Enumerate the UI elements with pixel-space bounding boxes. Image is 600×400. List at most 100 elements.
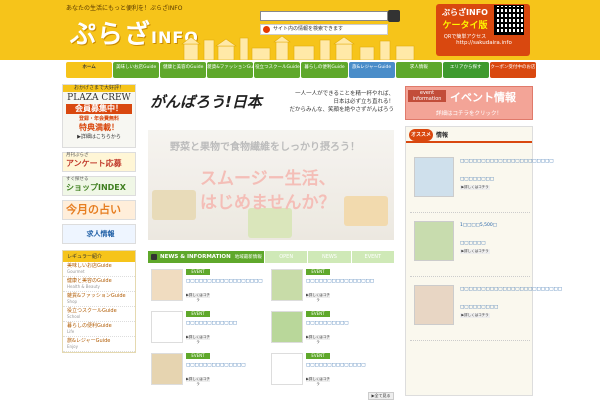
site-header: あなたの生活にもっと便利を！ぷらざINFO ぷらざINFO サイト内の情報を検索… <box>0 0 600 60</box>
news-item[interactable]: EVENT □□□□□□□□□□□□□□ ▶詳しくはコチラ <box>148 351 268 391</box>
news-text: □□□□□□□□□□ <box>306 321 349 326</box>
nav-area-search[interactable]: エリアから探す <box>442 62 489 78</box>
recommend-item[interactable]: □□□□□□□□□□□□□□□□□□□□□□ □□□□□□□□ ▶詳しくはコチラ <box>410 153 554 213</box>
news-item[interactable]: EVENT □□□□□□□□□□ ▶詳しくはコチラ <box>268 309 388 349</box>
plaza-detail-link[interactable]: ▶詳細はこちらから <box>63 133 135 140</box>
news-thumb <box>271 311 303 343</box>
news-more[interactable]: ▶詳しくはコチラ <box>186 335 210 344</box>
nav-health-beauty[interactable]: 健康と美容のGuide <box>160 62 207 78</box>
regular-sub: School <box>67 314 81 319</box>
fruit-image <box>344 196 388 226</box>
fortune-banner[interactable]: 今月の占い <box>62 200 136 220</box>
news-text: □□□□□□□□□□□□□□□□□□ <box>186 279 263 284</box>
regular-head: レギュラー紹介 <box>63 251 135 262</box>
jobs-banner[interactable]: 求人情報 <box>62 224 136 244</box>
news-item[interactable]: EVENT □□□□□□□□□□□□□□ ▶詳しくはコチラ <box>268 351 388 391</box>
news-item[interactable]: EVENT □□□□□□□□□□□□□□□□□□ ▶詳しくはコチラ <box>148 267 268 307</box>
search-note-icon <box>263 26 270 33</box>
fortune-label: 今月の占い <box>66 203 121 216</box>
nav-travel-leisure[interactable]: 旅&レジャーGuide <box>348 62 395 78</box>
news-badge: EVENT <box>186 311 210 317</box>
recommend-badge: オススメ <box>409 129 433 141</box>
news-item[interactable]: EVENT □□□□□□□□□□□□□□□□ ▶詳しくはコチラ <box>268 267 388 307</box>
recommend-more[interactable]: ▶詳しくはコチラ <box>460 313 490 318</box>
nav-gourmet[interactable]: 美味しいお店Guide <box>113 62 160 78</box>
news-thumb <box>271 269 303 301</box>
plaza-crew-banner[interactable]: おかげさまで大好評！ PLAZA CREW 会員募集中！ 登録・年会費無料 特典… <box>62 84 136 148</box>
hero-message-1: 一人一人ができることを精一杯やれば、 <box>295 91 394 97</box>
recommend-item[interactable]: □□□□□□□□□□□□□□□□□□□□□□□□ □□□□□□□□□ ▶詳しくは… <box>410 281 563 341</box>
shop-index-l2: ショップINDEX <box>66 183 126 192</box>
enquete-banner[interactable]: 月刊ぷらざ アンケート応募 <box>62 152 136 172</box>
shop-index-banner[interactable]: すぐ探せる ショップINDEX <box>62 176 136 196</box>
hero-banner-line3: はじめませんか？ <box>200 193 336 213</box>
news-more[interactable]: ▶詳しくはコチラ <box>306 335 330 344</box>
news-title-text: NEWS & INFORMATION <box>160 254 231 260</box>
logo-main: ぷらざ <box>70 20 152 50</box>
news-more[interactable]: ▶詳しくはコチラ <box>186 377 210 386</box>
recommend-label: 情報 <box>436 132 449 139</box>
mobile-url[interactable]: http://sakudaira.info <box>434 40 534 46</box>
regular-item[interactable]: 美味しいお店Guide Gourmet <box>63 262 135 277</box>
jobs-label: 求人情報 <box>86 230 115 238</box>
nav-life[interactable]: 暮らしの便利Guide <box>301 62 348 78</box>
hero-message-2: 日本は必ず立ち直れる！ <box>333 99 394 105</box>
news-tabs: NEWS & INFORMATION 地域最新情報 OPEN NEWS EVENT <box>148 251 394 263</box>
plaza-tokuten: 特典満載！ <box>79 123 119 132</box>
news-text: □□□□□□□□□□□□ <box>186 321 238 326</box>
recommend-title: □□□□□□□□□□□□□□□□□□□□□□□□ <box>460 287 563 292</box>
nav-home[interactable]: ホーム <box>66 62 113 78</box>
event-info-banner[interactable]: event information イベント情報 詳細はコチラをクリック！ <box>405 86 533 120</box>
nav-coupon[interactable]: クーポン受付中のお店 <box>489 62 536 78</box>
mobile-line1: ぷらざINFO <box>442 8 488 17</box>
recommend-header: オススメ 情報 <box>406 127 532 143</box>
hero-message-3: だからみんな、笑顔を絶やさずがんばろう <box>289 107 394 113</box>
recommend-item[interactable]: 1□□□□5,500□ □□□□□□ ▶詳しくはコチラ <box>410 217 530 277</box>
search-input[interactable] <box>260 11 388 21</box>
regular-item[interactable]: 健康と美容のGuide Health & Beauty <box>63 277 135 292</box>
news-item[interactable]: EVENT □□□□□□□□□□□□ ▶詳しくはコチラ <box>148 309 268 349</box>
news-more[interactable]: ▶詳しくはコチラ <box>306 293 330 302</box>
nav-jobs[interactable]: 求人情報 <box>395 62 442 78</box>
mobile-line3: QRで簡単アクセス <box>443 34 487 40</box>
news-all-button[interactable]: ▶全て見る <box>368 392 394 400</box>
news-thumb <box>271 353 303 385</box>
plaza-recruit: 会員募集中！ <box>66 104 132 114</box>
event-badge: event information <box>408 90 446 102</box>
regular-sub: Shop <box>67 299 78 304</box>
news-title: NEWS & INFORMATION 地域最新情報 <box>148 251 264 263</box>
nav-shop-fashion[interactable]: 雑貨&ファッションGuide <box>207 62 254 78</box>
regular-item[interactable]: 旅&レジャーGuide Enjoy <box>63 337 135 352</box>
recommend-section: オススメ 情報 □□□□□□□□□□□□□□□□□□□□□□ □□□□□□□□ … <box>405 126 563 396</box>
tab-news[interactable]: NEWS <box>308 251 351 263</box>
regular-item[interactable]: 暮らしの便利Guide Life <box>63 322 135 337</box>
enquete-l2: アンケート応募 <box>66 159 122 168</box>
event-note: 詳細はコチラをクリック！ <box>435 111 502 117</box>
tab-event[interactable]: EVENT <box>351 251 394 263</box>
smoothie-image <box>152 190 196 220</box>
global-nav: ホーム 美味しいお店Guide 健康と美容のGuide 雑貨&ファッションGui… <box>66 62 536 78</box>
smoothie-hero-banner[interactable]: 野菜と果物で食物繊維をしっかり摂ろう！ スムージー生活、 はじめませんか？ <box>148 130 394 240</box>
site-tagline: あなたの生活にもっと便利を！ぷらざINFO <box>66 5 183 12</box>
regular-sub: Gourmet <box>67 269 85 274</box>
regular-item[interactable]: 雑貨&ファッションGuide Shop <box>63 292 135 307</box>
recommend-thumb <box>414 157 454 197</box>
event-title: イベント情報 <box>450 91 516 104</box>
ganbarou-nippon-logo: がんばろう!日本 <box>150 93 262 111</box>
recommend-title: □□□□□□□□□□□□□□□□□□□□□□ <box>460 159 554 164</box>
recommend-title: 1□□□□5,500□ <box>460 223 498 228</box>
hero-message: 一人一人ができることを精一杯やれば、 日本は必ず立ち直れる！ だからみんな、笑顔… <box>276 90 394 114</box>
regular-guide-list: レギュラー紹介 美味しいお店Guide Gourmet 健康と美容のGuide He… <box>62 250 136 353</box>
tab-open[interactable]: OPEN <box>265 251 308 263</box>
nav-school[interactable]: 役立つスクールGuide <box>254 62 301 78</box>
news-more[interactable]: ▶詳しくはコチラ <box>306 377 330 386</box>
left-column: おかげさまで大好評！ PLAZA CREW 会員募集中！ 登録・年会費無料 特典… <box>62 84 138 353</box>
recommend-more[interactable]: ▶詳しくはコチラ <box>460 249 490 254</box>
recommend-more[interactable]: ▶詳しくはコチラ <box>460 185 490 190</box>
news-more[interactable]: ▶詳しくはコチラ <box>186 293 210 302</box>
search-button[interactable] <box>388 10 400 22</box>
regular-item[interactable]: 役立つスクールGuide School <box>63 307 135 322</box>
plaza-note: 登録・年会費無料 <box>78 116 119 122</box>
news-badge: EVENT <box>306 311 330 317</box>
news-badge: EVENT <box>186 353 210 359</box>
